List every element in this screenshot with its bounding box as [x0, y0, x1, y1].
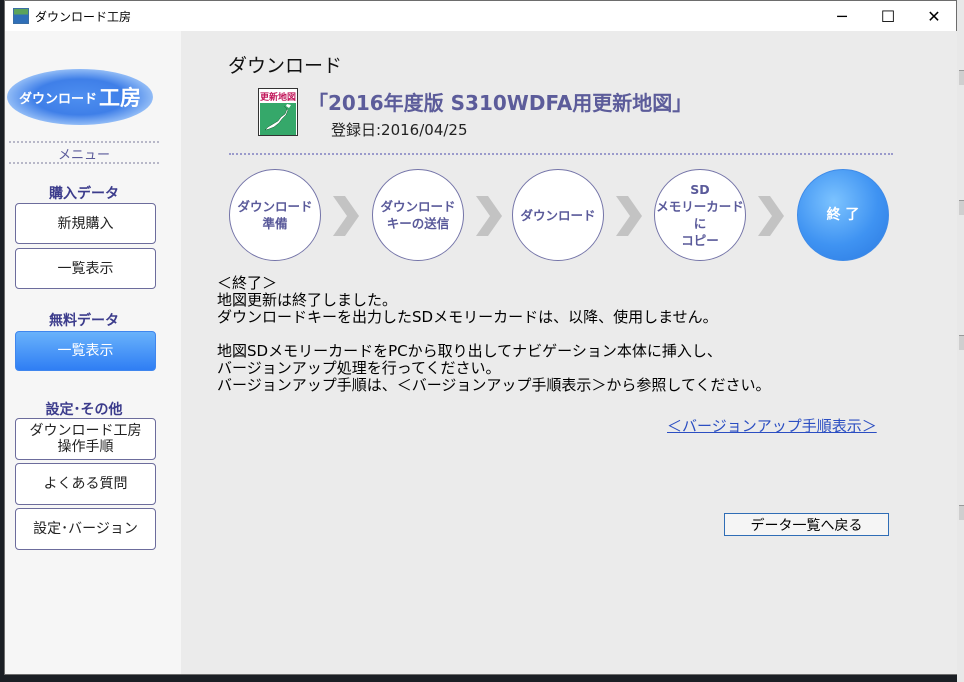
map-update-icon: 更新地図: [258, 88, 298, 136]
window-title: ダウンロード工房: [35, 10, 132, 24]
step-label: ダウンロード 準備: [237, 199, 313, 231]
step-4: SD メモリーカードに コピー: [654, 169, 746, 261]
back-to-list-button[interactable]: データ一覧へ戻る: [724, 513, 889, 536]
message-line-1: 地図更新は終了しました。: [217, 291, 398, 309]
app-window: ダウンロード工房 ─ ☐ ✕ ダウンロード 工房 メニュー 購入データ 新規購入 …: [4, 0, 957, 675]
faq-button[interactable]: よくある質問: [15, 463, 156, 505]
chevron-right-icon: [616, 196, 642, 236]
registration-date: 登録日:2016/04/25: [331, 121, 468, 139]
app-icon: [13, 8, 29, 24]
message-line-3: 地図SDメモリーカードをPCから取り出してナビゲーション本体に挿入し、: [217, 342, 722, 360]
sidebar: ダウンロード 工房 メニュー 購入データ 新規購入 一覧表示 無料データ 一覧表示…: [5, 31, 181, 674]
completion-message: ＜終了＞ 地図更新は終了しました。 ダウンロードキーを出力したSDメモリーカード…: [217, 275, 771, 394]
menu-label: メニュー: [57, 148, 110, 163]
minimize-button[interactable]: ─: [819, 1, 865, 31]
main-content: ダウンロード 更新地図 「2016年度版 S310WDFA用更新地図」 登録日:…: [181, 31, 957, 674]
version-up-procedure-link[interactable]: ＜バージョンアップ手順表示＞: [667, 415, 877, 436]
step-label: ダウンロード: [520, 207, 596, 223]
product-name: 「2016年度版 S310WDFA用更新地図」: [308, 91, 693, 115]
purchase-list-button[interactable]: 一覧表示: [15, 248, 156, 289]
step-2: ダウンロード キーの送信: [372, 169, 464, 261]
message-line-4: バージョンアップ処理を行ってください。: [217, 359, 501, 377]
new-purchase-button[interactable]: 新規購入: [15, 203, 156, 244]
step-3: ダウンロード: [512, 169, 604, 261]
title-bar[interactable]: ダウンロード工房 ─ ☐ ✕: [5, 1, 956, 31]
desktop-edge: [957, 0, 964, 682]
free-data-label: 無料データ: [49, 313, 119, 329]
menu-divider-bottom: [9, 162, 159, 164]
purchase-data-label: 購入データ: [49, 186, 119, 202]
step-label: 終 了: [826, 206, 860, 223]
operation-guide-button[interactable]: ダウンロード工房 操作手順: [15, 418, 156, 460]
settings-version-button[interactable]: 設定･バージョン: [15, 508, 156, 550]
free-list-button[interactable]: 一覧表示: [15, 331, 156, 371]
message-line-5: バージョンアップ手順は、＜バージョンアップ手順表示＞から参照してください。: [217, 376, 771, 394]
maximize-button[interactable]: ☐: [865, 1, 911, 31]
page-title: ダウンロード: [228, 55, 343, 77]
app-logo: ダウンロード 工房: [7, 69, 153, 125]
step-label: SD メモリーカードに コピー: [656, 182, 744, 248]
message-line-2: ダウンロードキーを出力したSDメモリーカードは、以降、使用しません。: [217, 308, 718, 326]
message-heading: ＜終了＞: [217, 274, 278, 292]
step-1: ダウンロード 準備: [229, 169, 321, 261]
close-button[interactable]: ✕: [911, 1, 957, 31]
chevron-right-icon: [476, 196, 502, 236]
step-label: ダウンロード キーの送信: [380, 199, 456, 231]
step-5: 終 了: [797, 169, 889, 261]
header-separator: [229, 153, 893, 155]
settings-label: 設定･その他: [45, 402, 123, 418]
menu-divider-top: [9, 141, 159, 143]
chevron-right-icon: [333, 196, 359, 236]
chevron-right-icon: [758, 196, 784, 236]
